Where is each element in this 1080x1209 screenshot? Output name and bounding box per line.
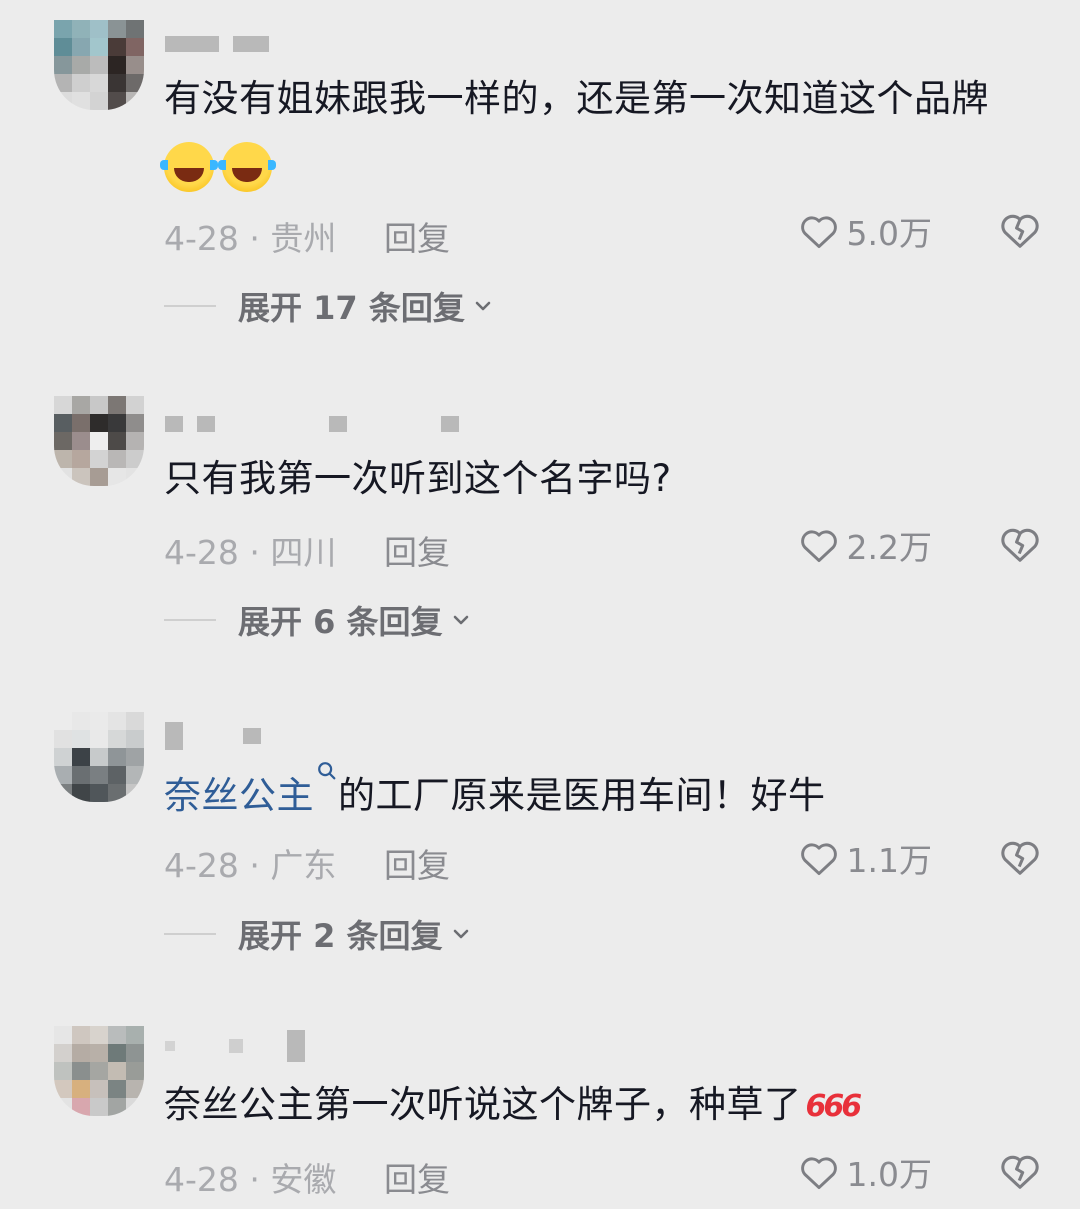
username-redacted[interactable]	[165, 1030, 305, 1062]
comment-item: 奈丝公主第一次听说这个牌子，种草了 666 4-28 · 安徽 回复 1.0万	[0, 0, 1080, 1209]
like-count: 1.0万	[846, 1155, 932, 1194]
reply-button[interactable]: 回复	[384, 1153, 450, 1201]
date-location: 4-28 · 安徽	[164, 1160, 337, 1199]
comment-meta: 4-28 · 安徽 回复	[164, 1153, 450, 1201]
666-sticker: 666	[805, 1088, 863, 1124]
broken-heart-icon	[1001, 1155, 1039, 1189]
like-button[interactable]: 1.0万	[797, 1148, 932, 1196]
comment-text: 奈丝公主第一次听说这个牌子，种草了 666	[164, 1074, 863, 1138]
avatar[interactable]	[54, 1026, 144, 1116]
dislike-button[interactable]	[997, 1148, 1043, 1194]
heart-outline-icon	[800, 1157, 837, 1190]
